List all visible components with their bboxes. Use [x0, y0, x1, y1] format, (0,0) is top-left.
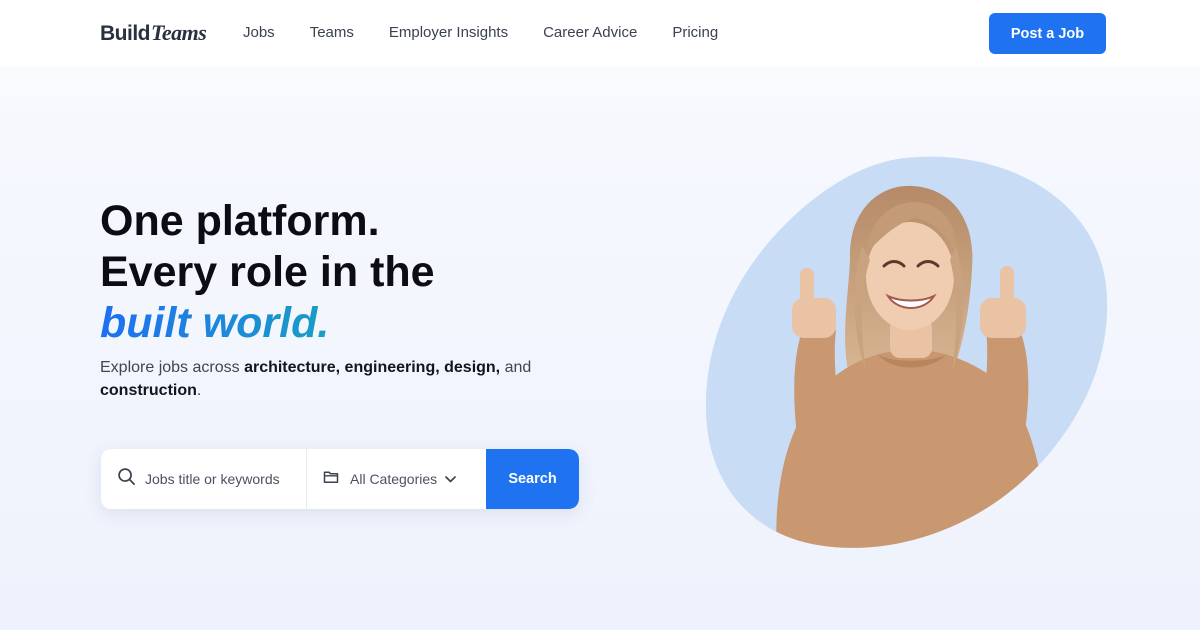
hero-title-line-1: One platform.	[100, 197, 380, 245]
folder-icon	[323, 470, 339, 489]
category-value: All Categories	[350, 471, 438, 487]
hero-sub-suffix: .	[196, 382, 202, 399]
hero-illustration	[705, 156, 1108, 548]
hero-title-line-2: Every role in the	[100, 248, 435, 296]
main-nav: Jobs Teams Employer Insights Career Advi…	[243, 24, 753, 41]
post-job-button[interactable]: Post a Job	[989, 13, 1106, 54]
site-header: Build Teams Jobs Teams Employer Insights…	[0, 0, 1200, 66]
nav-item-pricing[interactable]: Pricing	[672, 24, 718, 41]
hero-title-accent: built world.	[100, 298, 660, 349]
hero-sub-fields: architecture, engineering, design,	[244, 359, 501, 376]
search-icon	[117, 467, 136, 491]
brand-logo[interactable]: Build Teams	[100, 20, 207, 48]
logo-word-build: Build	[100, 22, 151, 45]
chevron-down-icon	[445, 475, 457, 483]
hero-sub-construction: construction	[100, 382, 197, 399]
hero-title: One platform. Every role in the built wo…	[100, 196, 660, 349]
nav-item-employer-insights[interactable]: Employer Insights	[389, 24, 508, 41]
job-search-bar: All Categories Search	[101, 449, 579, 509]
hero-sub-prefix: Explore jobs across	[100, 359, 245, 376]
nav-item-teams[interactable]: Teams	[310, 24, 354, 41]
logo-word-teams: Teams	[151, 20, 207, 45]
hero-image	[700, 150, 1120, 560]
keyword-field[interactable]	[101, 449, 307, 509]
nav-item-jobs[interactable]: Jobs	[243, 24, 275, 41]
keyword-input[interactable]	[145, 471, 295, 487]
hero-sub-mid: and	[500, 359, 532, 376]
nav-item-career-advice[interactable]: Career Advice	[543, 24, 637, 41]
search-button[interactable]: Search	[486, 449, 579, 509]
hero-subtitle: Explore jobs across architecture, engine…	[100, 356, 570, 402]
category-select[interactable]: All Categories	[307, 449, 486, 509]
